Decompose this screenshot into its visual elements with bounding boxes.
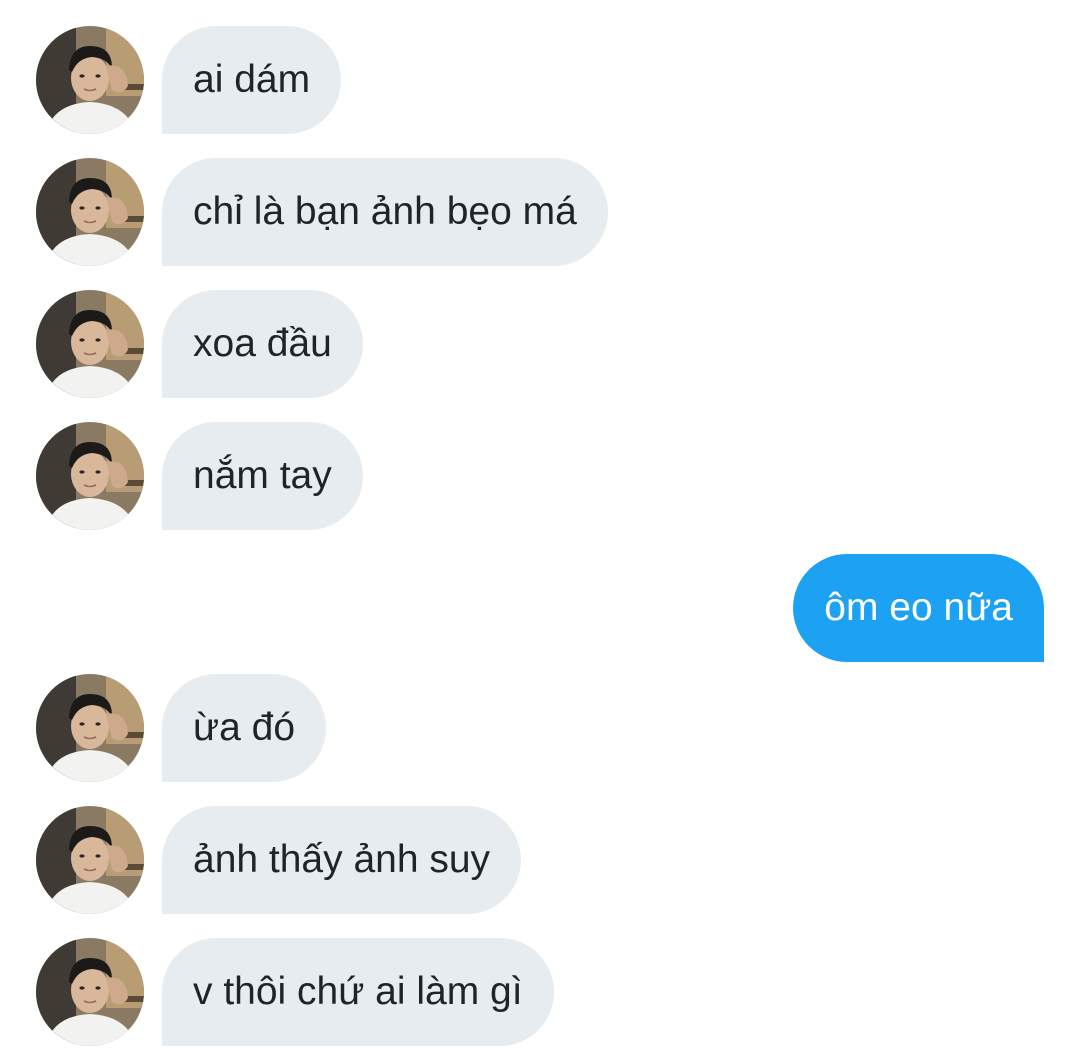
incoming-message-bubble[interactable]: chỉ là bạn ảnh bẹo má [162,158,608,266]
avatar-photo-icon [36,158,144,266]
avatar-photo-icon [36,26,144,134]
avatar-photo-icon [36,938,144,1046]
message-row: nắm tay [0,422,1080,530]
avatar-photo-icon [36,290,144,398]
incoming-message-bubble[interactable]: xoa đầu [162,290,363,398]
avatar[interactable] [36,422,144,530]
avatar[interactable] [36,806,144,914]
message-thread: ai dám chỉ là bạn ảnh bẹo má xoa đầu nắm… [0,0,1080,1061]
avatar-photo-icon [36,674,144,782]
avatar[interactable] [36,674,144,782]
message-row: ai dám [0,26,1080,134]
outgoing-message-bubble[interactable]: ôm eo nữa [793,554,1044,662]
avatar[interactable] [36,290,144,398]
avatar[interactable] [36,938,144,1046]
avatar-photo-icon [36,422,144,530]
incoming-message-bubble[interactable]: ai dám [162,26,342,134]
message-row: xoa đầu [0,290,1080,398]
avatar[interactable] [36,158,144,266]
message-row: v thôi chứ ai làm gì [0,938,1080,1046]
incoming-message-bubble[interactable]: nắm tay [162,422,363,530]
avatar-photo-icon [36,806,144,914]
avatar[interactable] [36,26,144,134]
incoming-message-bubble[interactable]: ừa đó [162,674,327,782]
message-row: ừa đó [0,674,1080,782]
incoming-message-bubble[interactable]: v thôi chứ ai làm gì [162,938,554,1046]
message-row: ôm eo nữa [0,554,1080,662]
incoming-message-bubble[interactable]: ảnh thấy ảnh suy [162,806,522,914]
message-row: ảnh thấy ảnh suy [0,806,1080,914]
message-row: chỉ là bạn ảnh bẹo má [0,158,1080,266]
